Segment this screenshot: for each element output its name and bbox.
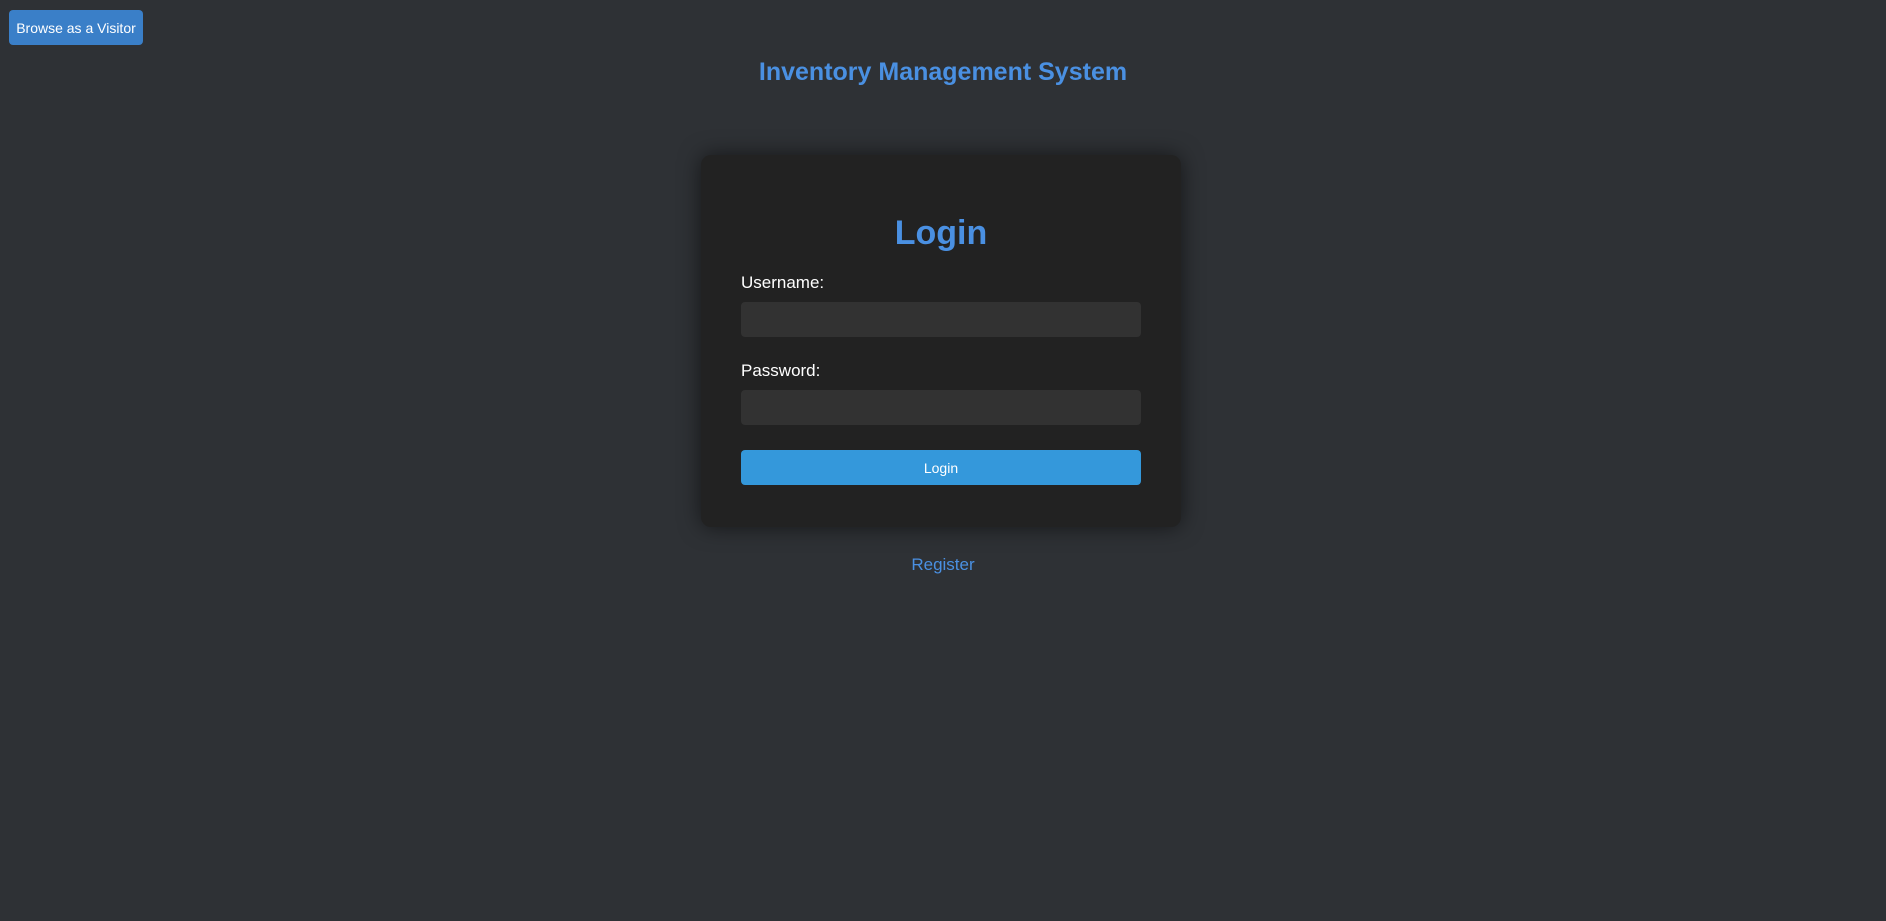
register-link[interactable]: Register: [911, 555, 974, 574]
username-label: Username:: [741, 273, 825, 292]
register-link-container: Register: [0, 555, 1886, 575]
username-input[interactable]: [741, 302, 1141, 337]
browse-as-visitor-button[interactable]: Browse as a Visitor: [9, 10, 143, 45]
login-button[interactable]: Login: [741, 450, 1141, 485]
app-title: Inventory Management System: [758, 58, 1128, 86]
password-input[interactable]: [741, 390, 1141, 425]
login-card: Login Username: Password: Login: [701, 155, 1181, 527]
password-label: Password:: [741, 361, 821, 380]
login-title: Login: [894, 214, 988, 252]
